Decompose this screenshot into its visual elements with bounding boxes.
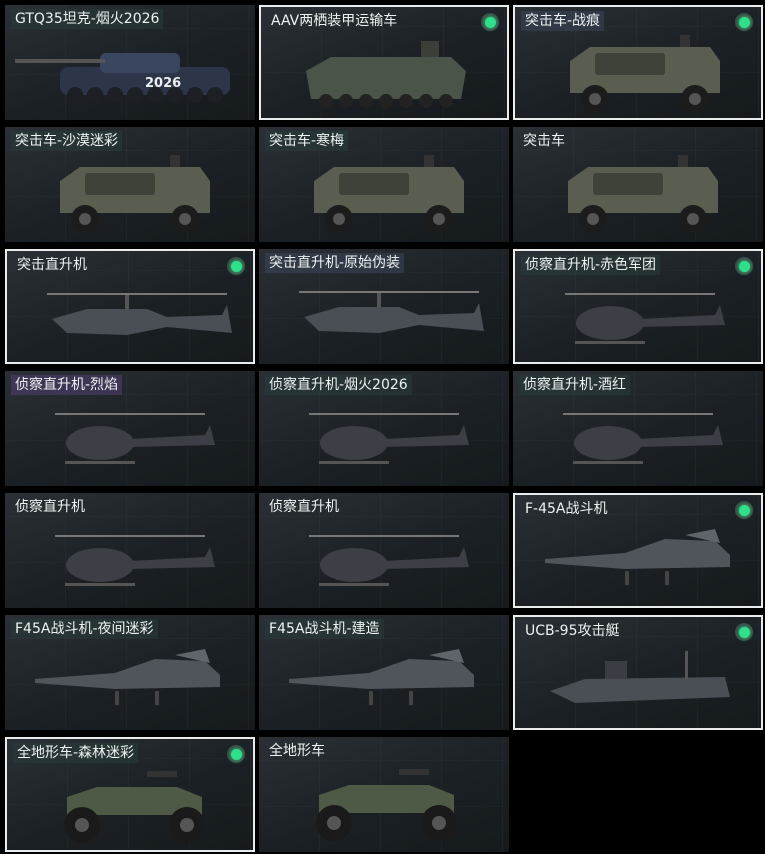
vehicle-name: 全地形车-森林迷彩 bbox=[13, 743, 139, 763]
vehicle-name: 突击车-战痕 bbox=[521, 11, 605, 31]
vehicle-name: 突击直升机 bbox=[17, 257, 87, 273]
equipped-indicator-icon bbox=[735, 501, 753, 519]
vehicle-name: 侦察直升机-烈焰 bbox=[11, 375, 123, 395]
vehicle-name: 侦察直升机-烟火2026 bbox=[265, 375, 412, 395]
vehicle-card[interactable]: UCB-95攻击艇 bbox=[513, 615, 763, 730]
vehicle-card[interactable]: F45A战斗机-建造 bbox=[259, 615, 509, 730]
vehicle-card[interactable]: 全地形车-森林迷彩 bbox=[5, 737, 255, 852]
vehicle-name: F45A战斗机-夜间迷彩 bbox=[11, 619, 158, 639]
vehicle-name: 突击直升机-原始伪装 bbox=[265, 253, 405, 273]
vehicle-card[interactable]: 全地形车 bbox=[259, 737, 509, 852]
equipped-indicator-icon bbox=[227, 257, 245, 275]
vehicle-card[interactable]: 突击车-寒梅 bbox=[259, 127, 509, 242]
equipped-indicator-icon bbox=[481, 13, 499, 31]
vehicle-name: F45A战斗机-建造 bbox=[265, 619, 384, 639]
vehicle-name: 侦察直升机 bbox=[15, 499, 85, 515]
vehicle-card[interactable]: F45A战斗机-夜间迷彩 bbox=[5, 615, 255, 730]
vehicle-card[interactable]: AAV两栖装甲运输车 bbox=[259, 5, 509, 120]
vehicle-name: 侦察直升机-酒红 bbox=[519, 375, 631, 395]
equipped-indicator-icon bbox=[735, 623, 753, 641]
vehicle-name: 突击车 bbox=[523, 133, 565, 149]
vehicle-card[interactable]: 侦察直升机-烈焰 bbox=[5, 371, 255, 486]
vehicle-card[interactable]: 突击直升机-原始伪装 bbox=[259, 249, 509, 364]
vehicle-name: 突击车-沙漠迷彩 bbox=[11, 131, 123, 151]
vehicle-name: UCB-95攻击艇 bbox=[525, 623, 620, 639]
vehicle-card[interactable]: 侦察直升机-赤色军团 bbox=[513, 249, 763, 364]
vehicle-card[interactable]: 突击车-战痕 bbox=[513, 5, 763, 120]
vehicle-card[interactable]: 侦察直升机 bbox=[259, 493, 509, 608]
vehicle-name: F-45A战斗机 bbox=[525, 501, 608, 517]
equipped-indicator-icon bbox=[735, 13, 753, 31]
vehicle-card[interactable]: 突击车 bbox=[513, 127, 763, 242]
vehicle-name: 突击车-寒梅 bbox=[265, 131, 349, 151]
equipped-indicator-icon bbox=[227, 745, 245, 763]
vehicle-card[interactable]: F-45A战斗机 bbox=[513, 493, 763, 608]
vehicle-card[interactable]: 突击直升机 bbox=[5, 249, 255, 364]
vehicle-name: 全地形车 bbox=[269, 743, 325, 759]
vehicle-card[interactable]: 侦察直升机-烟火2026 bbox=[259, 371, 509, 486]
equipped-indicator-icon bbox=[735, 257, 753, 275]
vehicle-card[interactable]: 侦察直升机 bbox=[5, 493, 255, 608]
vehicle-card[interactable]: 侦察直升机-酒红 bbox=[513, 371, 763, 486]
vehicle-name: AAV两栖装甲运输车 bbox=[271, 13, 398, 29]
svg-text:2026: 2026 bbox=[145, 76, 181, 91]
vehicle-name: GTQ35坦克-烟火2026 bbox=[11, 9, 164, 29]
vehicle-card[interactable]: 突击车-沙漠迷彩 bbox=[5, 127, 255, 242]
vehicle-name: 侦察直升机 bbox=[269, 499, 339, 515]
vehicle-skin-grid: 2026 GTQ35坦克-烟火2026 AAV两栖装甲运输车 突击车-战痕突击车-沙漠… bbox=[0, 0, 765, 854]
vehicle-name: 侦察直升机-赤色军团 bbox=[521, 255, 661, 275]
vehicle-card[interactable]: 2026 GTQ35坦克-烟火2026 bbox=[5, 5, 255, 120]
